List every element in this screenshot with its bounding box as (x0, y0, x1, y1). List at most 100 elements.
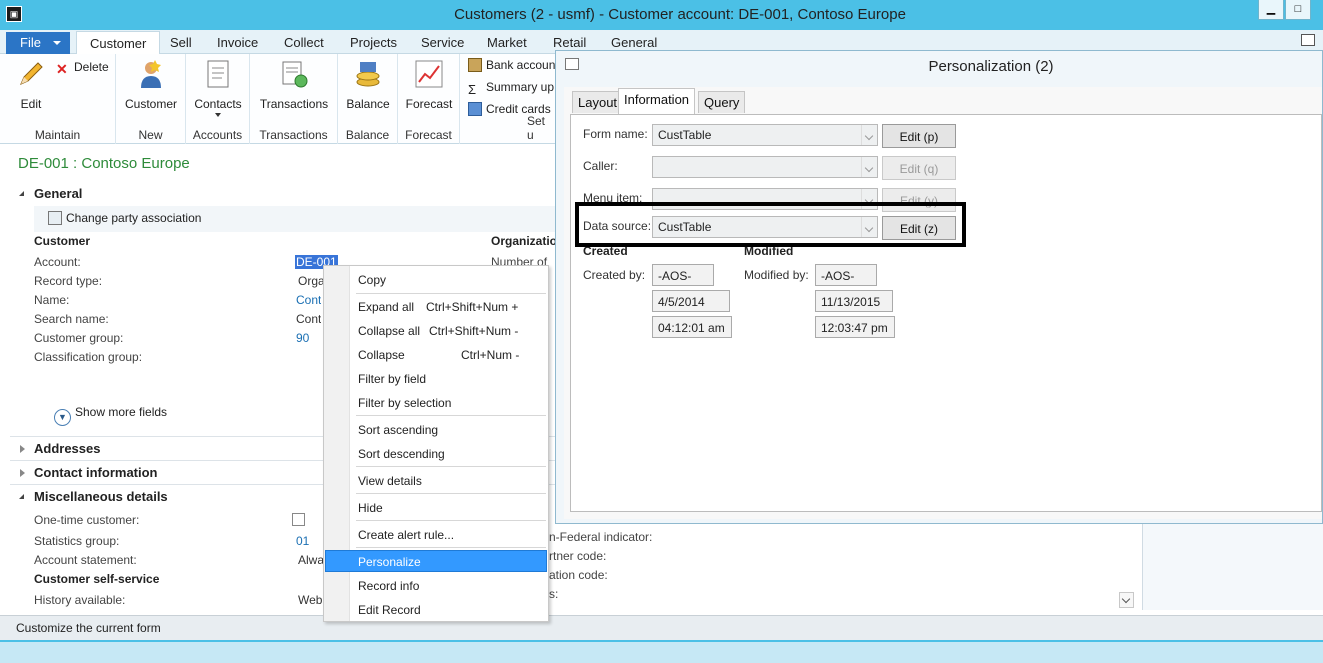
form-name-label: Form name: (583, 127, 648, 141)
menu-item-label: View details (358, 474, 422, 488)
dropdown-arrow-icon (861, 125, 877, 145)
edit-caller-button[interactable]: Edit (q) (882, 156, 956, 180)
tab-market[interactable]: Market (487, 35, 527, 50)
menu-item-label: Collapse (358, 348, 405, 362)
partner-code-label: rtner code: (549, 549, 607, 563)
menu-item-create-alert-rule[interactable]: Create alert rule... (326, 524, 546, 546)
status-bar: Customize the current form (0, 615, 1323, 640)
menu-item-label: Edit Record (358, 603, 421, 617)
menu-item-label: Record info (358, 579, 420, 593)
menu-item-sort-descending[interactable]: Sort descending (326, 443, 546, 465)
customer-section-title: Customer (34, 234, 91, 248)
change-party-button[interactable]: Change party association (48, 211, 201, 225)
group-transactions: Transactions Transactions (250, 54, 338, 144)
forecast-label: Forecast (405, 97, 453, 111)
menu-separator (356, 415, 546, 416)
menu-item-record-info[interactable]: Record info (326, 575, 546, 597)
tab-sell[interactable]: Sell (170, 35, 192, 50)
personalization-dialog: Personalization (2) Layout Information Q… (555, 50, 1323, 524)
modified-time-value: 12:03:47 pm (815, 316, 895, 338)
contacts-card-icon (207, 60, 229, 88)
annotation-highlight-box (575, 202, 966, 247)
form-name-combo[interactable]: CustTable (652, 124, 878, 146)
menu-item-copy[interactable]: Copy (326, 269, 546, 291)
record-type-value[interactable]: Orga (298, 274, 325, 288)
new-customer-button[interactable]: Customer (120, 58, 182, 111)
account-statement-value[interactable]: Alwa (298, 553, 324, 567)
dialog-title: Personalization (2) (928, 58, 1054, 75)
tab-query[interactable]: Query (698, 91, 746, 113)
file-tab[interactable]: File (6, 32, 70, 54)
contacts-button[interactable]: Contacts (190, 58, 246, 117)
menu-item-label: Copy (358, 273, 387, 287)
forecast-button[interactable]: Forecast (403, 58, 455, 111)
tab-customer[interactable]: Customer (76, 31, 161, 55)
fasttab-general[interactable]: General (10, 182, 555, 206)
tab-general[interactable]: General (611, 35, 657, 50)
group-maintain: Edit ✕ Delete Maintain (0, 54, 116, 144)
caller-combo[interactable] (652, 156, 878, 178)
fasttab-contact-information-label: Contact information (34, 465, 158, 480)
menu-item-sort-ascending[interactable]: Sort ascending (326, 419, 546, 441)
tab-layout[interactable]: Layout (572, 91, 624, 113)
menu-item-view-details[interactable]: View details (326, 470, 546, 492)
change-party-strip: Change party association (34, 206, 555, 232)
group-label-transactions: Transactions (259, 128, 328, 142)
maximize-button[interactable]: □ (1285, 0, 1311, 20)
transactions-button[interactable]: Transactions (256, 58, 332, 111)
form-name-value: CustTable (658, 128, 712, 142)
menu-separator (356, 493, 546, 494)
group-forecast: Forecast Forecast (398, 54, 460, 144)
self-service-section-title: Customer self-service (34, 572, 160, 586)
customer-group-value[interactable]: 90 (296, 331, 309, 345)
menu-item-hide[interactable]: Hide (326, 497, 546, 519)
minimize-button[interactable]: ▁ (1258, 0, 1284, 20)
search-name-value[interactable]: Cont (296, 312, 321, 326)
history-available-value[interactable]: Web (298, 593, 322, 607)
tab-projects[interactable]: Projects (350, 35, 397, 50)
chevron-down-icon (53, 41, 61, 45)
pencil-icon (20, 62, 43, 85)
balance-button[interactable]: Balance (342, 58, 394, 111)
ribbon: Edit ✕ Delete Maintain Customer New Conta… (0, 54, 555, 144)
ribbon-minimize-icon[interactable] (1301, 34, 1315, 46)
statistics-group-value[interactable]: 01 (296, 534, 309, 548)
edit-form-name-button[interactable]: Edit (p) (882, 124, 956, 148)
classification-group-label: Classification group: (34, 350, 143, 364)
delete-button[interactable]: ✕ Delete (56, 60, 109, 77)
summary-update-button[interactable]: Σ Summary up (468, 80, 554, 98)
menu-item-collapse-all[interactable]: Collapse all Ctrl+Shift+Num - (326, 320, 546, 342)
menu-item-edit-record[interactable]: Edit Record (326, 599, 546, 621)
created-date-value: 4/5/2014 (652, 290, 730, 312)
menu-item-collapse[interactable]: Collapse Ctrl+Num - (326, 344, 546, 366)
edit-button[interactable]: Edit (10, 58, 52, 111)
tab-service[interactable]: Service (421, 35, 464, 50)
tab-retail[interactable]: Retail (553, 35, 586, 50)
forecast-chart-icon (415, 60, 443, 88)
dropdown-arrow-icon (861, 157, 877, 177)
menu-item-filter-by-field[interactable]: Filter by field (326, 368, 546, 390)
menu-item-filter-by-selection[interactable]: Filter by selection (326, 392, 546, 414)
transactions-label: Transactions (259, 97, 329, 111)
scroll-down-icon[interactable] (1119, 592, 1134, 608)
account-label: Account: (34, 255, 81, 269)
name-value[interactable]: Cont (296, 293, 321, 307)
caller-label: Caller: (583, 159, 618, 173)
tab-collect[interactable]: Collect (284, 35, 324, 50)
menu-item-shortcut: Ctrl+Shift+Num + (426, 300, 519, 314)
bank-accounts-button[interactable]: Bank accoun (468, 58, 555, 72)
transactions-icon (282, 61, 308, 88)
tab-information[interactable]: Information (618, 88, 696, 114)
summary-update-label: Summary up (486, 80, 555, 94)
menu-item-personalize[interactable]: Personalize (325, 550, 547, 572)
one-time-customer-checkbox[interactable] (292, 513, 305, 526)
chevron-down-circle-icon: ▼ (54, 409, 71, 426)
show-more-fields-button[interactable]: ▼ Show more fields (54, 405, 167, 426)
menu-item-label: Sort descending (358, 447, 445, 461)
bank-accounts-label: Bank accoun (486, 58, 556, 72)
tab-invoice[interactable]: Invoice (217, 35, 258, 50)
group-label-setup: Set u (527, 114, 546, 142)
one-time-customer-label: One-time customer: (34, 513, 140, 527)
group-label-accounts: Accounts (192, 128, 243, 142)
menu-item-expand-all[interactable]: Expand all Ctrl+Shift+Num + (326, 296, 546, 318)
